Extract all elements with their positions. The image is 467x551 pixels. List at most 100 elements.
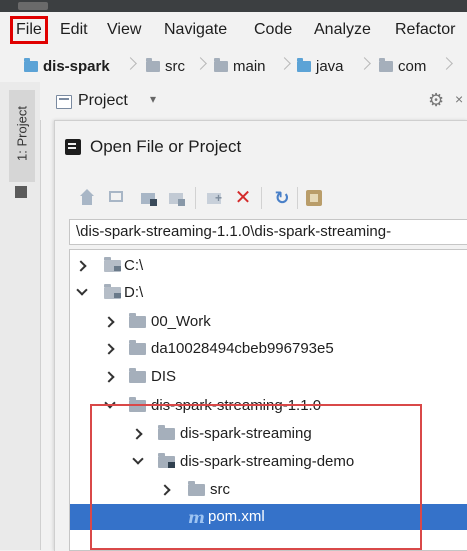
gear-icon[interactable]: ⚙: [428, 90, 444, 111]
toolbar-separator: [195, 187, 196, 209]
breadcrumb-separator: [360, 54, 370, 76]
folder-icon: [158, 425, 175, 440]
tree-row-label: dis-spark-streaming-demo: [180, 453, 355, 470]
breadcrumb-separator: [196, 54, 206, 76]
breadcrumb-label: dis-spark: [43, 57, 110, 75]
tree-row-label: dis-spark-streaming: [180, 425, 312, 442]
menu-refactor[interactable]: Refactor: [395, 20, 455, 40]
chevron-right-icon[interactable]: [104, 341, 116, 355]
tree-row-label: D:\: [124, 284, 144, 301]
menu-edit-label: Edit: [60, 21, 88, 38]
menu-file[interactable]: File: [10, 16, 48, 44]
breadcrumb-separator: [126, 54, 136, 76]
drive-icon: [104, 284, 121, 299]
chevron-down-icon[interactable]: [104, 398, 116, 412]
tree-row-c-drive[interactable]: C:\: [70, 253, 467, 279]
project-view-icon: [56, 95, 72, 109]
tree-row-00-work[interactable]: 00_Work: [70, 309, 467, 335]
tree-row-dis-spark-streaming-demo[interactable]: dis-spark-streaming-demo: [70, 449, 467, 475]
home-icon[interactable]: [77, 188, 97, 208]
tree-row-label: DIS: [151, 368, 177, 385]
chevron-right-icon[interactable]: [104, 314, 116, 328]
folder-icon: [188, 481, 205, 496]
new-folder-icon[interactable]: [205, 188, 225, 208]
module-dir-icon[interactable]: [167, 188, 187, 208]
tree-row-src[interactable]: src: [70, 477, 467, 503]
breadcrumb-label: com: [398, 57, 427, 75]
menu-navigate[interactable]: Navigate: [164, 20, 227, 40]
dialog-toolbar: ✕ ↻: [55, 183, 467, 213]
folder-icon: [214, 57, 228, 72]
menu-edit[interactable]: Edit: [60, 20, 88, 40]
chevron-down-icon[interactable]: [76, 285, 88, 299]
project-dir-icon[interactable]: [139, 188, 159, 208]
breadcrumb-item-src[interactable]: src: [146, 56, 185, 76]
dialog-title: Open File or Project: [90, 137, 242, 156]
breadcrumb-separator: [442, 54, 452, 76]
tree-row-label: C:\: [124, 257, 144, 274]
chevron-right-icon[interactable]: [160, 482, 172, 496]
menu-bar: File Edit View Navigate Code Analyze Ref…: [0, 12, 467, 48]
breadcrumb: dis-spark src main java com: [0, 48, 467, 83]
intellij-icon: [65, 139, 81, 155]
chevron-right-icon[interactable]: [132, 426, 144, 440]
path-input[interactable]: \dis-spark-streaming-1.1.0\dis-spark-str…: [69, 219, 467, 245]
project-panel-header: Project ▾ ⚙ ×: [40, 82, 467, 120]
refresh-icon[interactable]: ↻: [272, 188, 292, 208]
menu-analyze-label: Analyze: [314, 21, 371, 38]
breadcrumb-label: main: [233, 57, 266, 75]
source-folder-icon: [297, 57, 311, 72]
folder-icon: [129, 340, 146, 355]
tool-window-strip: 1: Project: [0, 82, 41, 550]
project-tool-tab-label: 1: Project: [14, 106, 30, 161]
close-icon[interactable]: ×: [455, 91, 463, 107]
desktop-icon[interactable]: [107, 188, 127, 208]
show-hidden-icon[interactable]: [305, 188, 325, 208]
breadcrumb-item-java[interactable]: java: [297, 56, 344, 76]
package-icon: [379, 57, 393, 72]
menu-view-label: View: [107, 21, 142, 38]
tree-row-da10028494[interactable]: da10028494cbeb996793e5: [70, 336, 467, 362]
breadcrumb-label: java: [316, 57, 344, 75]
breadcrumb-item-dis-spark[interactable]: dis-spark: [24, 56, 110, 76]
folder-icon: [146, 57, 160, 72]
structure-icon[interactable]: [15, 186, 27, 198]
tree-row-pom-xml[interactable]: m pom.xml: [70, 504, 467, 530]
project-panel-title[interactable]: Project: [78, 92, 128, 110]
tree-row-label: pom.xml: [208, 508, 265, 525]
chevron-down-icon[interactable]: ▾: [150, 92, 156, 106]
breadcrumb-item-com[interactable]: com: [379, 56, 426, 76]
folder-icon: [129, 397, 146, 412]
tree-row-label: 00_Work: [151, 313, 211, 330]
drive-icon: [104, 257, 121, 272]
tree-row-label: da10028494cbeb996793e5: [151, 340, 334, 357]
open-file-dialog: Open File or Project ✕ ↻ \dis-spark-stre…: [54, 120, 467, 551]
menu-view[interactable]: View: [107, 20, 141, 40]
tree-row-dis-spark-streaming-1-1-0[interactable]: dis-spark-streaming-1.1.0: [70, 393, 467, 419]
maven-icon: m: [188, 508, 205, 527]
menu-analyze[interactable]: Analyze: [314, 20, 371, 40]
breadcrumb-item-main[interactable]: main: [214, 56, 266, 76]
menu-code[interactable]: Code: [254, 20, 292, 40]
chevron-down-icon[interactable]: [132, 454, 144, 468]
menu-file-label: File: [16, 21, 42, 38]
tree-row-d-drive[interactable]: D:\: [70, 280, 467, 306]
folder-icon: [129, 313, 146, 328]
menu-refactor-label: Refactor: [395, 21, 456, 38]
delete-icon[interactable]: ✕: [233, 188, 253, 208]
menu-code-label: Code: [254, 21, 293, 38]
tree-row-label: src: [210, 481, 230, 498]
module-folder-icon: [158, 453, 175, 468]
module-folder-icon: [24, 57, 38, 72]
tree-row-dis[interactable]: DIS: [70, 364, 467, 390]
toolbar-separator: [261, 187, 262, 209]
folder-icon: [129, 368, 146, 383]
toolbar-separator: [297, 187, 298, 209]
menu-navigate-label: Navigate: [164, 21, 228, 38]
title-strip: [0, 0, 467, 12]
file-tree: C:\ D:\ 00_Work da10028494cbeb996793e5 D…: [69, 249, 467, 551]
project-tool-tab[interactable]: 1: Project: [9, 90, 35, 182]
tree-row-dis-spark-streaming[interactable]: dis-spark-streaming: [70, 421, 467, 447]
chevron-right-icon[interactable]: [104, 369, 116, 383]
chevron-right-icon[interactable]: [76, 258, 88, 272]
